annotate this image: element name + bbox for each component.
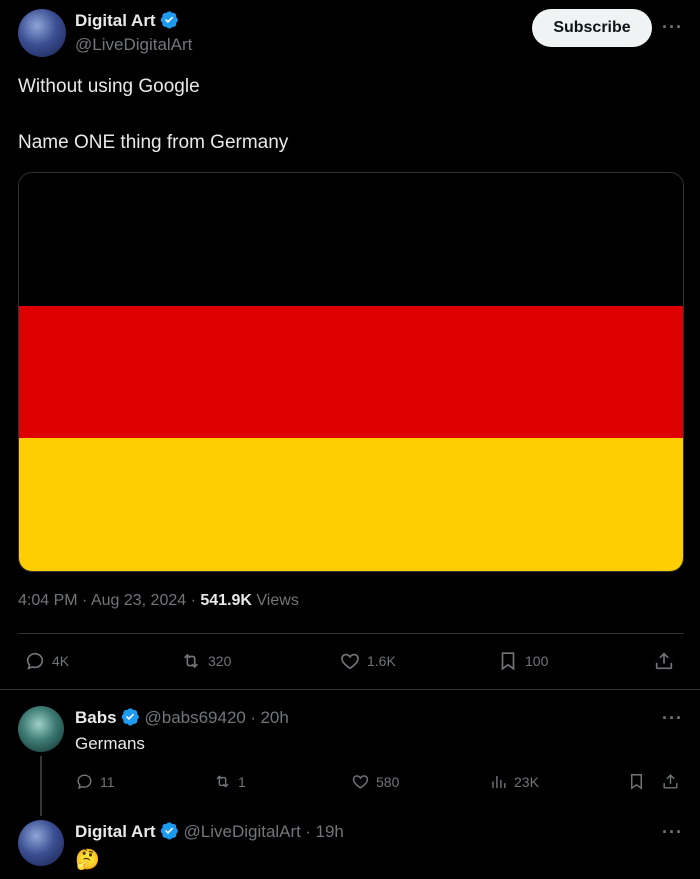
verified-badge-icon [160, 11, 178, 29]
reply-author-name[interactable]: Babs [75, 708, 117, 727]
thread-line [40, 756, 42, 816]
reply-author-avatar[interactable] [18, 706, 64, 752]
reply-like-button[interactable]: 580 [351, 772, 399, 791]
meta-separator: · [250, 708, 257, 727]
reply2-author-name[interactable]: Digital Art [75, 822, 156, 841]
divider [18, 633, 684, 634]
verified-badge-icon [160, 822, 178, 840]
reply-icon [77, 774, 92, 789]
reply2-author-row: Digital Art @LiveDigitalArt · 19h [75, 821, 344, 842]
meta-separator: · [305, 822, 312, 841]
tweet-time[interactable]: 4:04 PM [18, 592, 78, 609]
reply-views-button[interactable]: 23K [489, 772, 539, 791]
share-button[interactable] [653, 650, 675, 672]
bookmark-icon [631, 774, 642, 790]
reply-age[interactable]: 20h [260, 708, 288, 727]
reply-more-options-icon[interactable]: ··· [662, 708, 683, 729]
reply-like-count: 580 [376, 773, 400, 790]
reply2-author-handle[interactable]: @LiveDigitalArt [184, 822, 301, 841]
reply2-age[interactable]: 19h [315, 822, 343, 841]
reply-author-row: Babs @babs69420 · 20h [75, 707, 289, 728]
author-avatar[interactable] [18, 9, 66, 57]
bookmark-icon [501, 652, 515, 671]
reply-button[interactable]: 4K [24, 650, 69, 672]
reply-text: Germans [75, 734, 145, 753]
reply-repost-button[interactable]: 1 [213, 772, 246, 791]
reply-repost-count: 1 [238, 773, 246, 790]
heart-icon [341, 653, 359, 670]
reply-reply-button[interactable]: 11 [75, 772, 115, 791]
repost-count: 320 [208, 653, 232, 669]
author-handle[interactable]: @LiveDigitalArt [75, 35, 192, 55]
views-count: 541.9K [200, 592, 252, 609]
views-label: Views [256, 592, 299, 609]
like-button[interactable]: 1.6K [339, 650, 396, 672]
verified-badge-icon [121, 708, 139, 726]
reply2-author-avatar[interactable] [18, 820, 64, 866]
tweet-date[interactable]: Aug 23, 2024 [91, 592, 186, 609]
reply-views-count: 23K [514, 773, 539, 790]
repost-icon [183, 653, 199, 669]
reply-share-button[interactable] [661, 772, 680, 791]
reply-author-handle[interactable]: @babs69420 [144, 708, 245, 727]
tweet-meta: 4:04 PM · Aug 23, 2024 · 541.9K Views [18, 592, 299, 610]
germany-flag-image[interactable] [18, 172, 684, 572]
repost-button[interactable]: 320 [180, 650, 231, 672]
thinking-face-emoji: 🤔 [75, 849, 100, 871]
author-name[interactable]: Digital Art [75, 11, 156, 30]
reply-bookmark-button[interactable] [627, 772, 646, 791]
like-count: 1.6K [367, 653, 396, 669]
flag-stripe-gold [19, 438, 683, 571]
views-chart-icon [492, 775, 506, 788]
share-icon [663, 774, 678, 789]
reply2-more-options-icon[interactable]: ··· [662, 822, 683, 843]
heart-icon [352, 775, 369, 789]
author-name-row: Digital Art [75, 10, 179, 31]
tweet-text-line-1: Without using Google [18, 76, 200, 97]
repost-icon [216, 775, 229, 788]
meta-separator: · [190, 592, 196, 609]
more-options-icon[interactable]: ··· [662, 17, 683, 38]
flag-stripe-red [19, 305, 683, 439]
share-icon [655, 652, 673, 670]
reply-reply-count: 11 [100, 773, 115, 790]
divider [0, 689, 700, 690]
bookmark-count: 100 [525, 653, 549, 669]
reply-icon [26, 652, 44, 670]
subscribe-button[interactable]: Subscribe [532, 9, 652, 47]
bookmark-button[interactable]: 100 [497, 650, 548, 672]
reply-count: 4K [52, 653, 70, 669]
flag-stripe-black [19, 173, 683, 306]
meta-separator: · [82, 592, 88, 609]
tweet-text-line-2: Name ONE thing from Germany [18, 132, 289, 153]
